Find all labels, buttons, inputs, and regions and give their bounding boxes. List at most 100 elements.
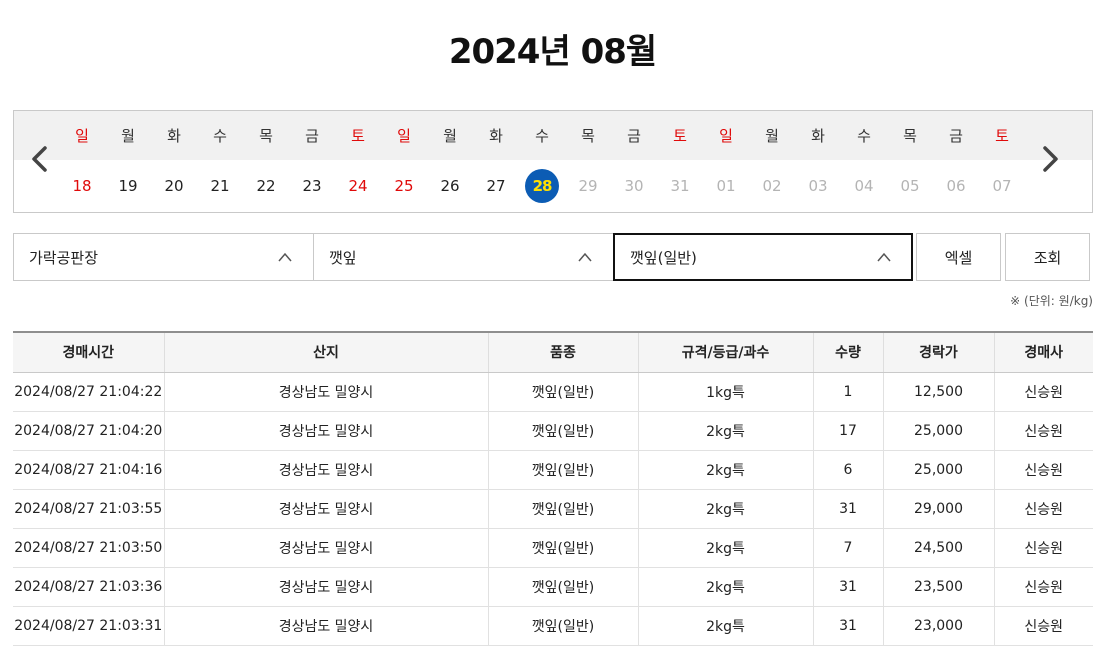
weekday-label: 토 [351,127,365,145]
chevron-left-icon [32,146,47,172]
table-row: 2024/08/27 21:03:36 경상남도 밀양시 깻잎(일반) 2kg특 31 2… [13,567,1093,607]
table-cell: 2kg특 [638,450,814,490]
table-cell: 1kg특 [638,372,814,412]
calendar-day-column: 토 07 [979,111,1025,212]
table-cell: 17 [813,411,884,451]
chevron-up-icon [877,252,891,262]
weekday-label: 목 [581,127,595,145]
table-cell: 깻잎(일반) [488,606,639,646]
table-cell: 깻잎(일반) [488,528,639,568]
calendar-day-column: 월 19 [105,111,151,212]
calendar-day-column: 목 05 [887,111,933,212]
calendar-day: 31 [670,177,690,195]
table-cell: 23,500 [883,567,995,607]
column-header[interactable]: 경락가 [883,331,995,373]
weekday-label: 월 [443,127,457,145]
calendar-day-column: 수 04 [841,111,887,212]
calendar-day-column: 수 28 [519,111,565,212]
calendar-day-column: 일 18 [59,111,105,212]
column-header[interactable]: 품종 [488,331,639,373]
calendar-day-column: 월 02 [749,111,795,212]
table-cell: 7 [813,528,884,568]
table-cell: 23,000 [883,606,995,646]
table-header-row: 경매시간 산지 품종 규격/등급/과수 수량 경락가 경매사 [13,331,1093,373]
column-header[interactable]: 수량 [813,331,884,373]
table-cell: 2024/08/27 21:03:50 [13,528,165,568]
table-body: 2024/08/27 21:04:22 경상남도 밀양시 깻잎(일반) 1kg특 1 12… [13,372,1093,646]
table-cell: 25,000 [883,411,995,451]
table-cell: 신승원 [994,372,1093,412]
calendar-day[interactable]: 24 [341,169,375,203]
calendar-day[interactable]: 21 [203,169,237,203]
item-select[interactable]: 깻잎 [313,233,614,281]
table-cell: 6 [813,450,884,490]
column-header[interactable]: 규격/등급/과수 [638,331,814,373]
table-cell: 경상남도 밀양시 [164,606,489,646]
calendar-day: 29 [578,177,598,195]
table-row: 2024/08/27 21:03:50 경상남도 밀양시 깻잎(일반) 2kg특 7 24… [13,528,1093,568]
calendar-day: 05 [900,177,920,195]
unit-note: ※ (단위: 원/kg) [1010,294,1093,308]
table-cell: 깻잎(일반) [488,567,639,607]
calendar-day-column: 목 22 [243,111,289,212]
calendar-day[interactable]: 19 [111,169,145,203]
column-header[interactable]: 산지 [164,331,489,373]
calendar-day[interactable]: 22 [249,169,283,203]
calendar-day[interactable]: 18 [65,169,99,203]
weekday-label: 일 [719,127,733,145]
weekday-label: 금 [949,127,963,145]
calendar-day[interactable]: 26 [433,169,467,203]
calendar-day: 30 [624,177,644,195]
weekday-label: 수 [857,127,871,145]
table-cell: 2024/08/27 21:03:55 [13,489,165,529]
calendar-day-column: 월 26 [427,111,473,212]
calendar-day-column: 화 03 [795,111,841,212]
table-cell: 24,500 [883,528,995,568]
variety-select-value: 깻잎(일반) [630,248,697,267]
calendar-day[interactable]: 20 [157,169,191,203]
excel-button[interactable]: 엑셀 [916,233,1001,281]
calendar-day-selected[interactable]: 28 [525,169,559,203]
market-select[interactable]: 가락공판장 [13,233,314,281]
prev-week-button[interactable] [24,141,54,177]
calendar-day[interactable]: 27 [479,169,513,203]
table-row: 2024/08/27 21:04:16 경상남도 밀양시 깻잎(일반) 2kg특 6 25… [13,450,1093,490]
calendar-day-column: 금 30 [611,111,657,212]
weekday-label: 일 [397,127,411,145]
weekday-label: 화 [167,127,181,145]
market-select-value: 가락공판장 [29,248,99,267]
calendar-day[interactable]: 23 [295,169,329,203]
column-header[interactable]: 경매사 [994,331,1093,373]
table-cell: 경상남도 밀양시 [164,372,489,412]
search-button[interactable]: 조회 [1005,233,1090,281]
table-cell: 경상남도 밀양시 [164,567,489,607]
weekday-label: 토 [995,127,1009,145]
table-cell: 경상남도 밀양시 [164,411,489,451]
weekday-label: 목 [259,127,273,145]
calendar-day-column: 수 21 [197,111,243,212]
calendar-day-column: 목 29 [565,111,611,212]
variety-select[interactable]: 깻잎(일반) [613,233,913,281]
weekday-label: 수 [535,127,549,145]
column-header[interactable]: 경매시간 [13,331,165,373]
calendar-day[interactable]: 25 [387,169,421,203]
table-cell: 신승원 [994,411,1093,451]
table-cell: 2kg특 [638,606,814,646]
calendar-day: 03 [808,177,828,195]
table-cell: 신승원 [994,528,1093,568]
weekday-label: 수 [213,127,227,145]
auction-table: 경매시간 산지 품종 규격/등급/과수 수량 경락가 경매사 2024/08/27 21:0… [13,331,1093,646]
table-cell: 31 [813,567,884,607]
table-cell: 깻잎(일반) [488,450,639,490]
calendar-days: 일 18 월 19 화 20 수 21 목 22 금 23 토 24 일 25 월 26 화 27 수 28 목 29 금 30 토… [59,111,1025,212]
table-cell: 2024/08/27 21:04:22 [13,372,165,412]
table-cell: 2kg특 [638,489,814,529]
weekday-label: 월 [765,127,779,145]
table-cell: 경상남도 밀양시 [164,489,489,529]
calendar-day-column: 일 25 [381,111,427,212]
calendar-day: 06 [946,177,966,195]
table-cell: 2kg특 [638,528,814,568]
next-week-button[interactable] [1036,141,1066,177]
table-cell: 신승원 [994,450,1093,490]
table-cell: 깻잎(일반) [488,411,639,451]
